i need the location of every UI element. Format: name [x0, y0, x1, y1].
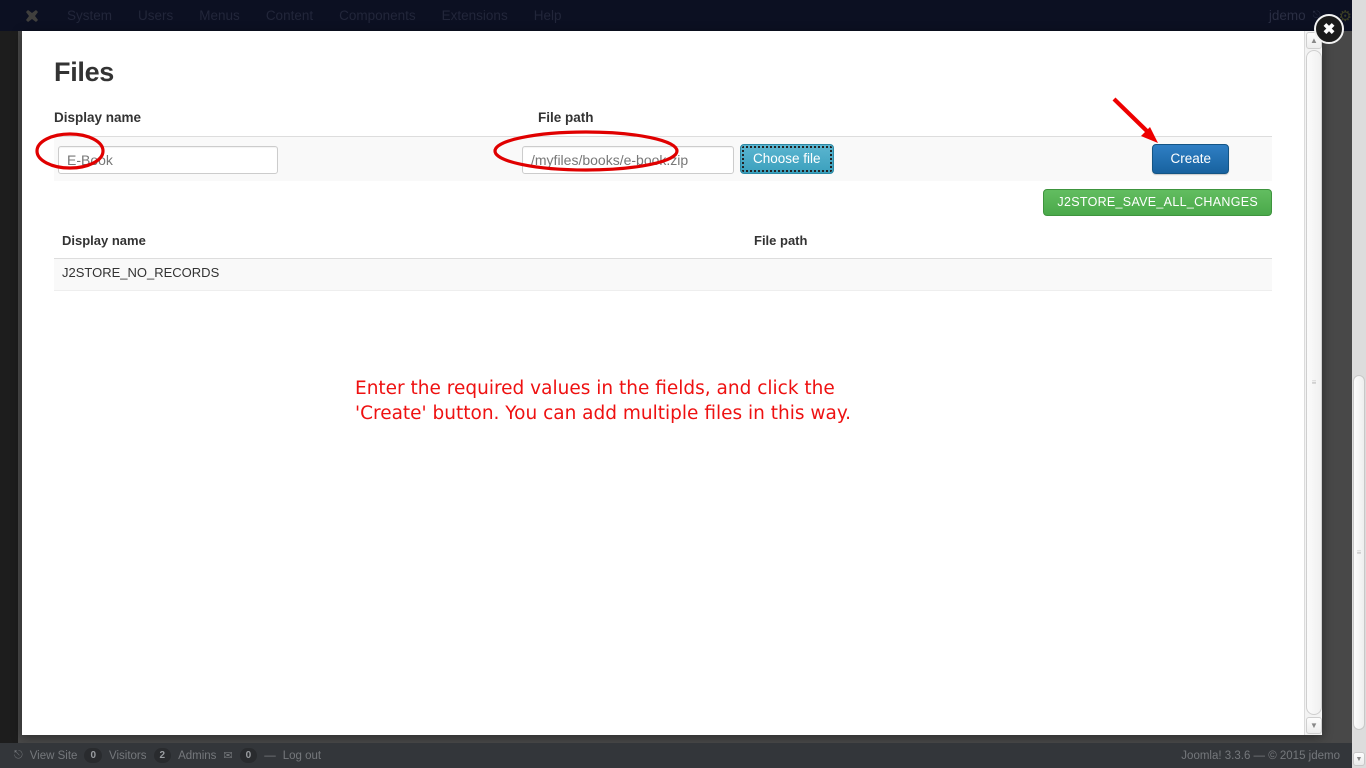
display-name-label: Display name [54, 110, 142, 125]
mail-icon[interactable]: ✉ [223, 749, 232, 762]
copyright-label: Joomla! 3.3.6 — © 2015 jdemo [1181, 749, 1340, 762]
joomla-admin-app: System Users Menus Content Components Ex… [0, 0, 1366, 768]
topnav-item-system[interactable]: System [54, 0, 125, 31]
admins-label: Admins [178, 749, 217, 762]
column-header-display-name: Display name [62, 233, 146, 248]
messages-count-badge: 0 [239, 748, 258, 763]
files-table-header: Display name File path [54, 231, 1272, 259]
current-user-label[interactable]: jdemo [1269, 8, 1310, 23]
admins-count-badge: 2 [153, 748, 172, 763]
visitors-count-badge: 0 [84, 748, 102, 763]
create-button[interactable]: Create [1152, 144, 1229, 174]
table-row: J2STORE_NO_RECORDS [54, 259, 1272, 291]
form-labels-row: Display name File path [54, 110, 1272, 136]
no-records-message: J2STORE_NO_RECORDS [62, 265, 220, 280]
chevron-down-icon[interactable]: ▼ [1306, 717, 1322, 734]
statusbar-separator: — [264, 749, 276, 762]
grip-icon: ≡ [1311, 378, 1317, 387]
topnav-item-help[interactable]: Help [521, 0, 575, 31]
joomla-logo-icon[interactable] [22, 6, 42, 26]
page-scrollbar[interactable]: ≡ ▼ [1352, 0, 1366, 768]
file-path-input[interactable] [522, 146, 734, 174]
close-icon[interactable]: ✖ [1314, 14, 1344, 44]
logout-link[interactable]: Log out [283, 750, 321, 762]
topnav-item-extensions[interactable]: Extensions [429, 0, 521, 31]
topnav-item-menus[interactable]: Menus [186, 0, 253, 31]
display-name-input[interactable] [58, 146, 278, 174]
admin-statusbar: ⎋ View Site 0 Visitors 2 Admins ✉ 0 — Lo… [0, 743, 1366, 768]
column-header-file-path: File path [754, 233, 808, 248]
chevron-down-icon[interactable]: ▼ [1353, 752, 1365, 766]
statusbar-right-group: Joomla! 3.3.6 — © 2015 jdemo [1181, 743, 1340, 768]
topnav-item-content[interactable]: Content [253, 0, 326, 31]
topnav-item-components[interactable]: Components [326, 0, 429, 31]
modal-scrollbar[interactable]: ▲ ≡ ▼ [1304, 31, 1322, 735]
save-all-changes-button[interactable]: J2STORE_SAVE_ALL_CHANGES [1043, 189, 1272, 216]
external-link-icon: ⎋ [14, 749, 23, 761]
statusbar-left-group: ⎋ View Site 0 Visitors 2 Admins ✉ 0 — Lo… [0, 748, 321, 763]
choose-file-button[interactable]: Choose file [740, 144, 834, 174]
file-path-label: File path [538, 110, 594, 125]
page-scrollbar-thumb[interactable]: ≡ [1353, 375, 1365, 730]
page-title: Files [54, 57, 115, 87]
annotation-text: Enter the required values in the fields,… [355, 378, 852, 424]
admin-topbar: System Users Menus Content Components Ex… [0, 0, 1366, 31]
visitors-label: Visitors [109, 749, 147, 762]
save-all-row: J2STORE_SAVE_ALL_CHANGES [54, 189, 1272, 227]
grip-icon: ≡ [1356, 548, 1362, 557]
admin-topnav: System Users Menus Content Components Ex… [54, 0, 574, 31]
view-site-link[interactable]: View Site [30, 750, 78, 762]
new-file-form-row: Choose file Create [54, 136, 1272, 181]
files-table: Display name File path J2STORE_NO_RECORD… [54, 231, 1272, 291]
modal-scrollbar-thumb[interactable]: ≡ [1306, 50, 1322, 715]
topnav-item-users[interactable]: Users [125, 0, 186, 31]
